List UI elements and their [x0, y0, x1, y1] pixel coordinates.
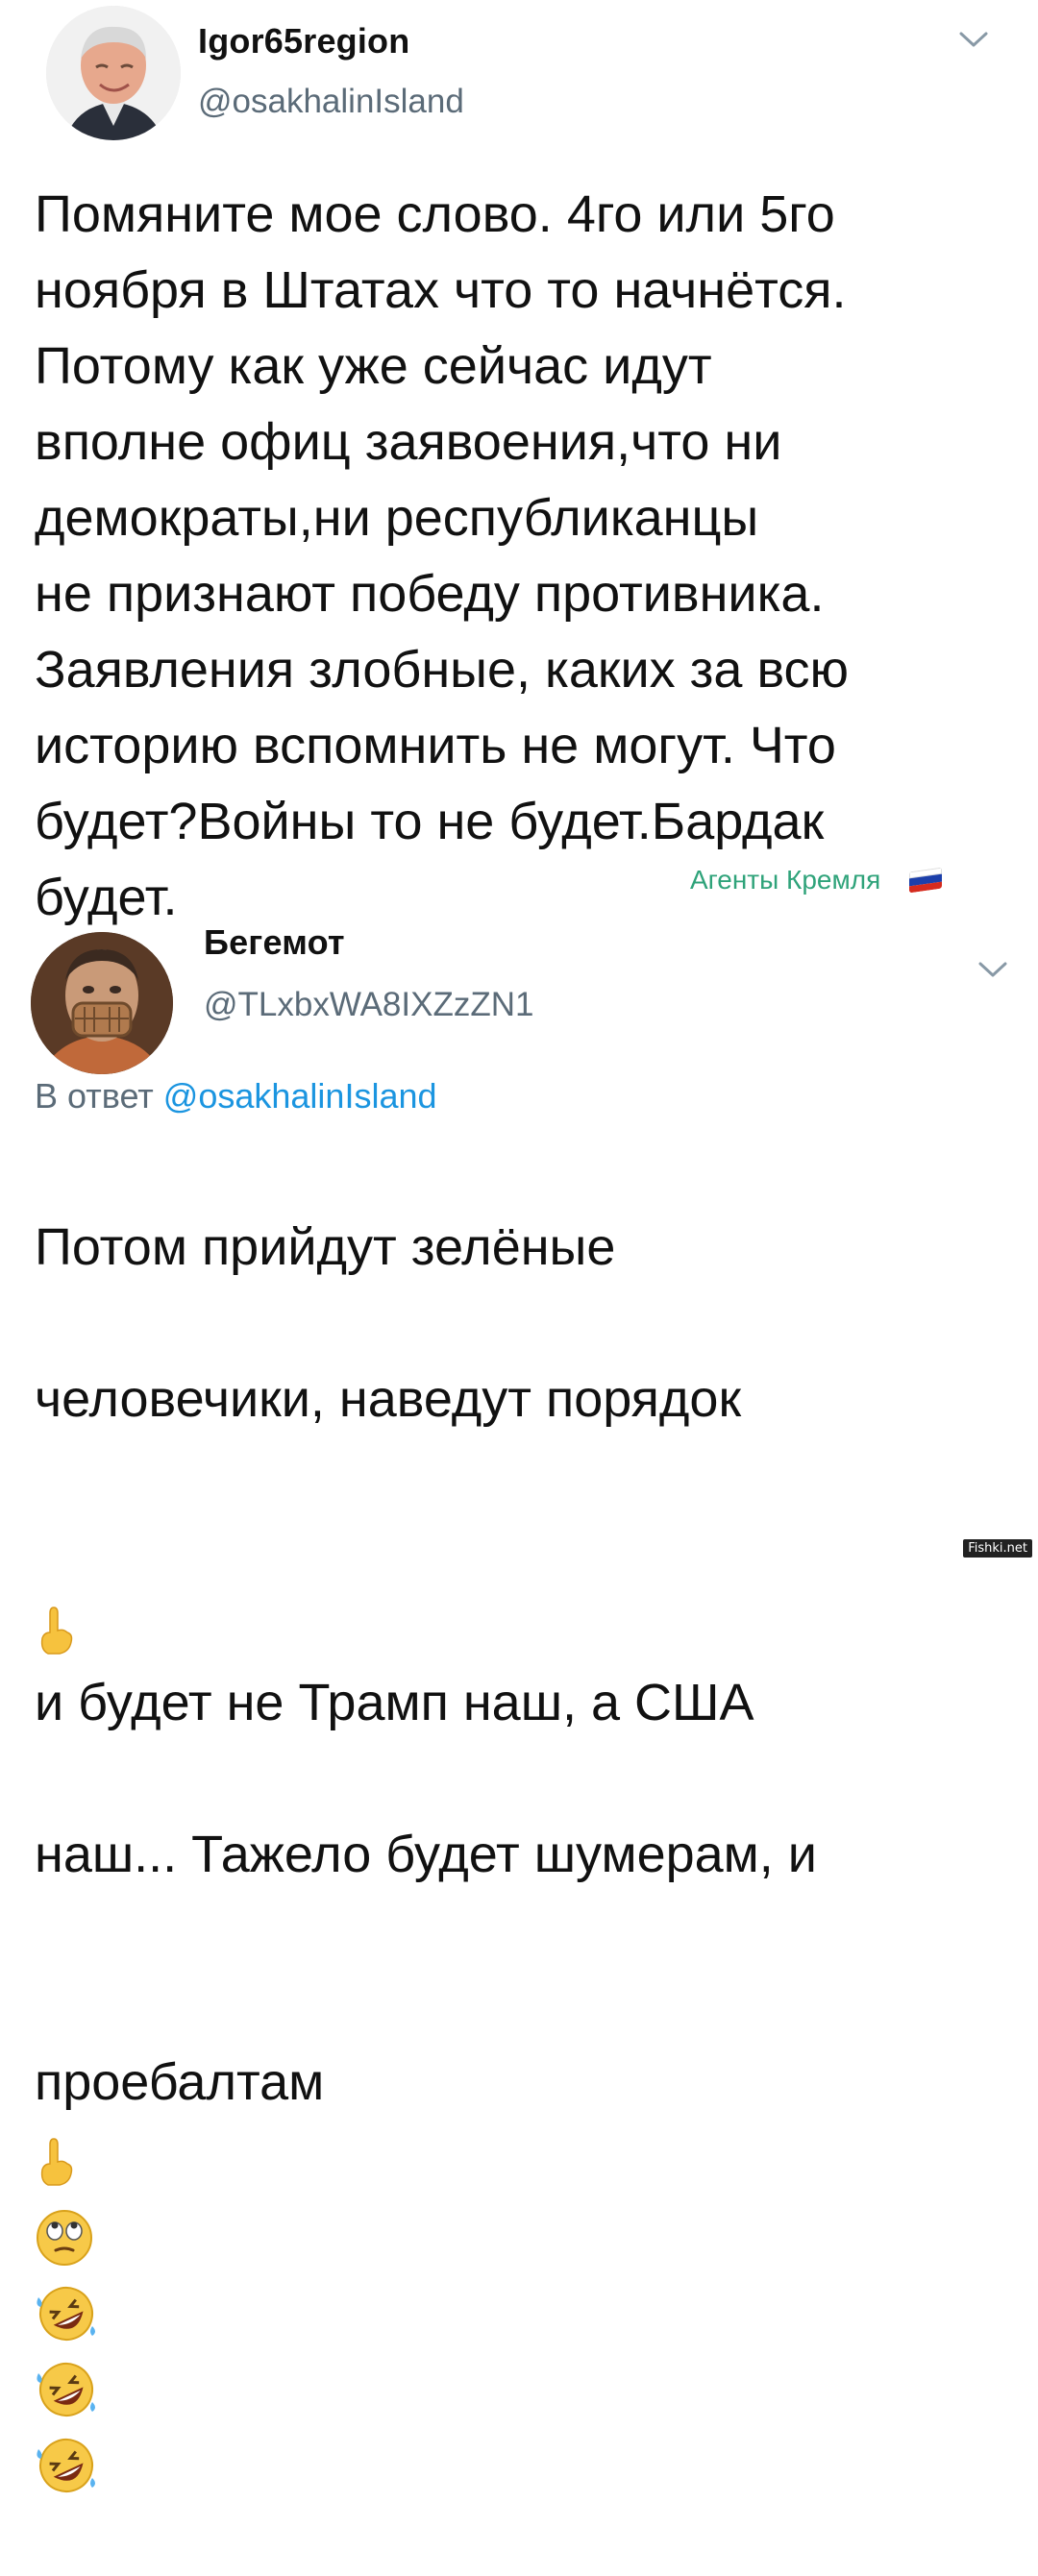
tweet-text: Потом прийдут зелёные человечики, наведу… [35, 1134, 1005, 2576]
watermark-label: Агенты Кремля [690, 865, 881, 895]
tweet-line: наш... Тажело будет шумерам, и [35, 1826, 817, 1883]
masked-man-avatar-icon [31, 932, 173, 1074]
avatar-begemot[interactable] [31, 932, 173, 1074]
tweet-line-text: проебалтам [35, 2053, 325, 2111]
reply-prefix: В ответ [35, 1076, 154, 1116]
pointing-up-emoji [40, 2137, 73, 2186]
reply-context: В ответ @osakhalinIsland [35, 1076, 437, 1116]
avatar-igor[interactable] [46, 6, 181, 140]
author-handle[interactable]: @osakhalinIsland [198, 83, 464, 121]
tweet-1: Igor65region @osakhalinIsland Помяните м… [0, 0, 1038, 926]
author-name[interactable]: Бегемот [204, 922, 345, 963]
rolling-eyes-emoji [37, 2209, 92, 2266]
pointing-up-emoji [40, 1606, 73, 1655]
chevron-down-icon[interactable] [957, 29, 990, 50]
reply-mention-link[interactable]: @osakhalinIsland [163, 1076, 437, 1116]
tweet-line: человечики, наведут порядок [35, 1370, 742, 1428]
tweet-2: Бегемот @TLxbxWA8IXZzZN1 В ответ @osakha… [0, 894, 1038, 2492]
rofl-emoji [37, 2286, 95, 2341]
chevron-down-icon[interactable] [976, 959, 1009, 980]
person-avatar-icon [46, 6, 181, 140]
rofl-emoji [37, 2438, 95, 2492]
site-watermark: Fishki.net [963, 1539, 1032, 1558]
tweet-line-text: и будет не Трамп наш, а США [35, 1674, 754, 1731]
tweet-line-with-emoji: и будет не Трамп наш, а США [35, 1513, 1005, 1741]
tweet-line: Потом прийдут зелёные [35, 1218, 616, 1276]
rofl-emoji [37, 2362, 95, 2417]
tweet-line-with-emoji: проебалтам [35, 1969, 1005, 2500]
tweet-text: Помяните мое слово. 4го или 5го ноября в… [35, 185, 850, 926]
author-handle[interactable]: @TLxbxWA8IXZzZN1 [204, 986, 533, 1024]
author-name[interactable]: Igor65region [198, 21, 409, 61]
